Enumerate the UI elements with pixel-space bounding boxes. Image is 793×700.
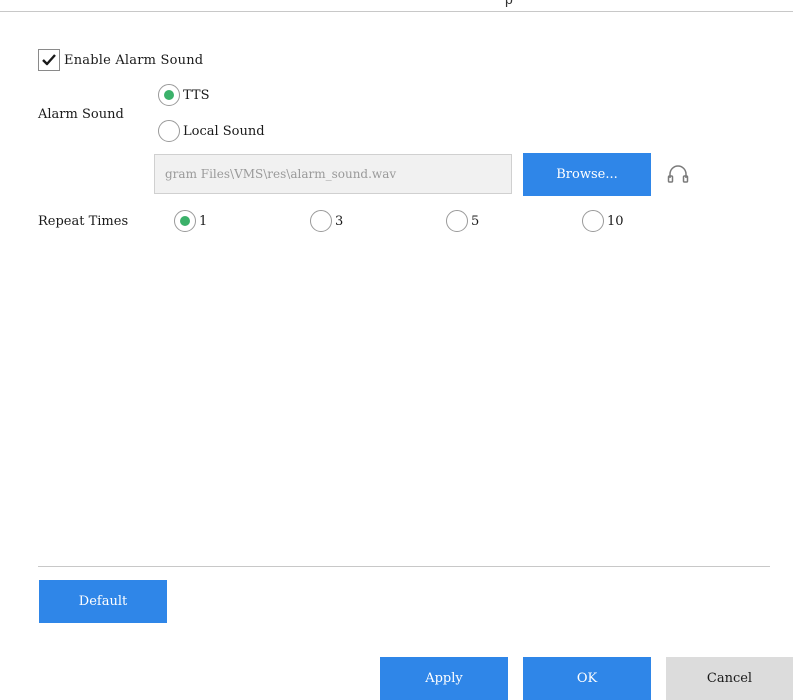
apply-button[interactable]: Apply <box>380 657 508 700</box>
radio-selected-dot <box>180 216 190 226</box>
local-sound-label: Local Sound <box>183 123 265 139</box>
tts-radio[interactable] <box>158 84 180 106</box>
footer-divider <box>38 566 770 567</box>
repeat-10-label: 10 <box>607 213 624 229</box>
repeat-option-5[interactable]: 5 <box>446 209 479 233</box>
repeat-1-radio[interactable] <box>174 210 196 232</box>
repeat-3-label: 3 <box>335 213 344 229</box>
dialog-title-fragment: p <box>505 0 513 7</box>
repeat-option-10[interactable]: 10 <box>582 209 624 233</box>
repeat-5-radio[interactable] <box>446 210 468 232</box>
enable-alarm-sound-row[interactable]: Enable Alarm Sound <box>38 49 204 71</box>
repeat-option-3[interactable]: 3 <box>310 209 343 233</box>
alarm-sound-tts-option[interactable]: TTS <box>158 83 210 107</box>
repeat-1-label: 1 <box>199 213 208 229</box>
sound-file-path-field[interactable] <box>154 154 512 194</box>
enable-alarm-sound-label: Enable Alarm Sound <box>64 52 204 68</box>
browse-button[interactable]: Browse... <box>523 153 651 196</box>
repeat-3-radio[interactable] <box>310 210 332 232</box>
check-icon <box>42 54 56 66</box>
repeat-option-1[interactable]: 1 <box>174 209 207 233</box>
repeat-5-label: 5 <box>471 213 480 229</box>
repeat-times-label: Repeat Times <box>38 214 129 229</box>
headphone-icon[interactable] <box>666 163 690 185</box>
radio-selected-dot <box>164 90 174 100</box>
enable-alarm-sound-checkbox[interactable] <box>38 49 60 71</box>
cancel-button[interactable]: Cancel <box>666 657 793 700</box>
local-sound-radio[interactable] <box>158 120 180 142</box>
ok-button[interactable]: OK <box>523 657 651 700</box>
alarm-sound-local-option[interactable]: Local Sound <box>158 119 265 143</box>
tts-label: TTS <box>183 87 210 103</box>
default-button[interactable]: Default <box>39 580 167 623</box>
alarm-sound-label: Alarm Sound <box>38 107 124 122</box>
top-divider <box>0 11 793 12</box>
repeat-10-radio[interactable] <box>582 210 604 232</box>
